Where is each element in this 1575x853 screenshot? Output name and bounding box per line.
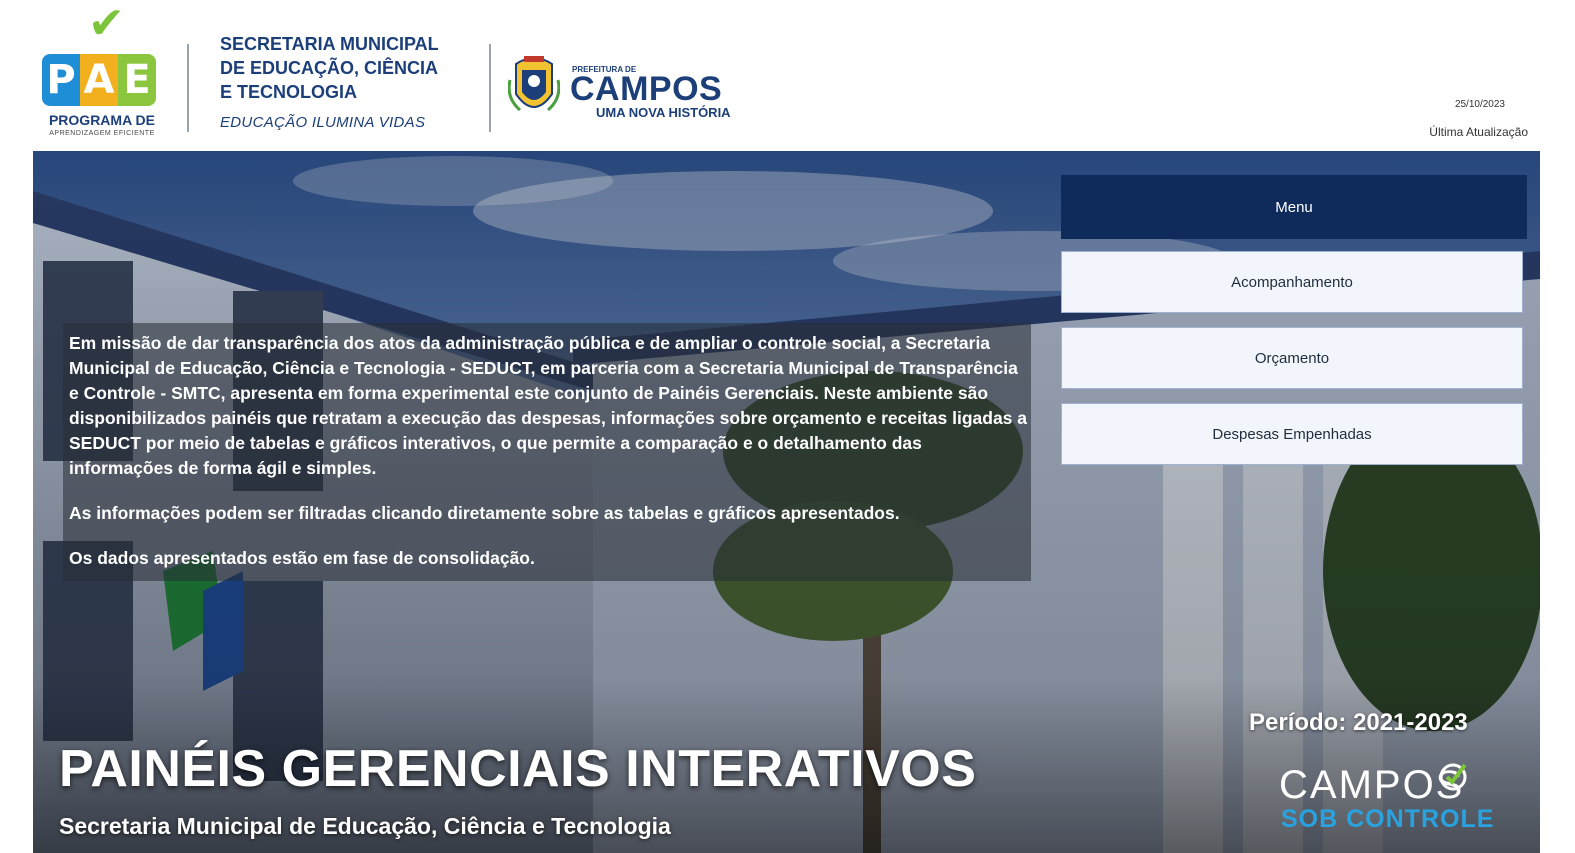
pae-sub-label: APRENDIZAGEM EFICIENTE [49,130,155,137]
pae-programa-label: PROGRAMA DE [48,112,156,128]
pae-letter-e: E [118,54,156,106]
intro-text: Em missão de dar transparência dos atos … [69,331,1029,591]
campos-crest-icon [508,56,560,112]
periodo-label: Período: 2021-2023 [1249,709,1468,736]
page-title: PAINÉIS GERENCIAIS INTERATIVOS [59,740,977,798]
last-update-label: Última Atualização [1429,125,1528,139]
seduct-slogan: EDUCAÇÃO ILUMINA VIDAS [220,114,426,131]
header-divider [187,44,189,132]
intro-paragraph: Em missão de dar transparência dos atos … [69,333,1028,478]
navigation-menu: Menu Acompanhamento Orçamento Despesas E… [1061,175,1527,465]
seduct-logo: SECRETARIA MUNICIPAL DE EDUCAÇÃO, CIÊNCI… [220,32,480,131]
campos-sob-controle-logo: CAMPOS SOB CONTROLE [1279,763,1499,843]
header-divider [489,44,491,132]
magnifier-check-icon [1439,763,1467,791]
checkmark-icon: ✔ [88,0,125,49]
csc-sob-controle-wordmark: SOB CONTROLE [1281,805,1495,833]
intro-paragraph: Os dados apresentados estão em fase de c… [69,548,535,568]
seduct-name: SECRETARIA MUNICIPAL DE EDUCAÇÃO, CIÊNCI… [220,34,439,102]
campos-slogan: UMA NOVA HISTÓRIA [596,105,731,120]
last-update-date: 25/10/2023 [1454,99,1505,110]
hero-banner: Em missão de dar transparência dos atos … [33,151,1540,853]
menu-button-acompanhamento[interactable]: Acompanhamento [1061,251,1523,313]
pae-logo: ✔ P A E PROGRAMA DE APRENDIZAGEM EFICIEN… [42,0,160,144]
menu-button-orcamento[interactable]: Orçamento [1061,327,1523,389]
pae-letters: P A E [42,54,156,106]
pae-letter-p: P [42,54,80,106]
menu-button-despesas-empenhadas[interactable]: Despesas Empenhadas [1061,403,1523,465]
menu-header: Menu [1061,175,1527,239]
pae-letter-a: A [80,54,118,106]
campos-wordmark: CAMPOS [570,70,723,108]
page-header: ✔ P A E PROGRAMA DE APRENDIZAGEM EFICIEN… [0,0,1575,151]
intro-paragraph: As informações podem ser filtradas clica… [69,503,900,523]
page-subtitle: Secretaria Municipal de Educação, Ciênci… [59,813,671,839]
